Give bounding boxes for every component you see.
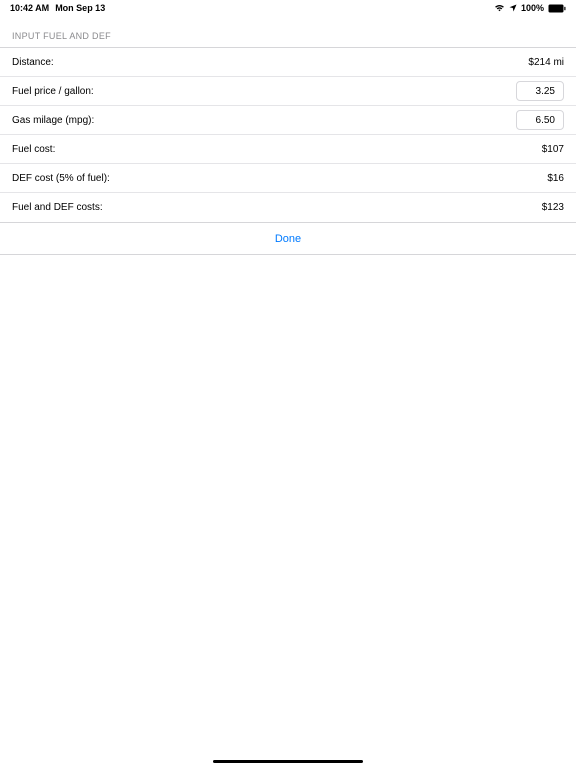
row-def-cost: DEF cost (5% of fuel): $16 bbox=[0, 164, 576, 193]
fuel-cost-label: Fuel cost: bbox=[12, 144, 55, 155]
section-header: INPUT FUEL AND DEF bbox=[0, 15, 576, 47]
home-indicator bbox=[213, 760, 363, 763]
form-group: Distance: $214 mi Fuel price / gallon: G… bbox=[0, 47, 576, 223]
row-distance: Distance: $214 mi bbox=[0, 48, 576, 77]
status-date: Mon Sep 13 bbox=[55, 3, 105, 13]
row-gas-mileage: Gas milage (mpg): bbox=[0, 106, 576, 135]
row-fuel-price: Fuel price / gallon: bbox=[0, 77, 576, 106]
fuel-price-label: Fuel price / gallon: bbox=[12, 86, 94, 97]
fuel-cost-value: $107 bbox=[542, 144, 564, 155]
status-battery-percent: 100% bbox=[521, 3, 544, 13]
def-cost-label: DEF cost (5% of fuel): bbox=[12, 173, 110, 184]
distance-label: Distance: bbox=[12, 57, 54, 68]
wifi-icon bbox=[494, 4, 505, 12]
status-right: 100% bbox=[494, 3, 566, 13]
fuel-price-input[interactable] bbox=[516, 81, 564, 101]
distance-value: $214 mi bbox=[528, 57, 564, 68]
fuel-def-costs-label: Fuel and DEF costs: bbox=[12, 202, 103, 213]
row-fuel-def-costs: Fuel and DEF costs: $123 bbox=[0, 193, 576, 222]
gas-mileage-input[interactable] bbox=[516, 110, 564, 130]
status-time: 10:42 AM bbox=[10, 3, 49, 13]
gas-mileage-label: Gas milage (mpg): bbox=[12, 115, 94, 126]
def-cost-value: $16 bbox=[547, 173, 564, 184]
location-icon bbox=[509, 4, 517, 12]
status-bar: 10:42 AM Mon Sep 13 100% bbox=[0, 0, 576, 15]
battery-icon bbox=[548, 4, 566, 13]
done-button[interactable]: Done bbox=[0, 223, 576, 255]
fuel-def-costs-value: $123 bbox=[542, 202, 564, 213]
status-left: 10:42 AM Mon Sep 13 bbox=[10, 3, 105, 13]
row-fuel-cost: Fuel cost: $107 bbox=[0, 135, 576, 164]
